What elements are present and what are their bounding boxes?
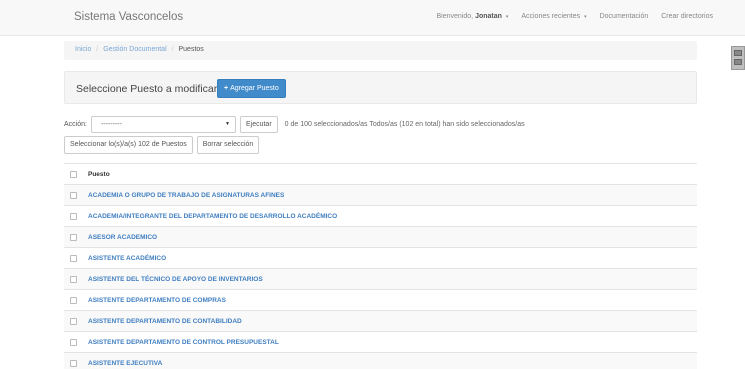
page-title: Seleccione Puesto a modificar: [76, 83, 218, 95]
row-checkbox[interactable]: [70, 192, 77, 199]
side-toolbar-handle[interactable]: [731, 46, 745, 70]
navbar-menu: Bienvenido, Jonatan ▾ Acciones recientes…: [437, 13, 713, 20]
user-menu[interactable]: Bienvenido, Jonatan ▾: [437, 13, 509, 20]
puesto-link[interactable]: ACADEMIA/INTEGRANTE DEL DEPARTAMENTO DE …: [88, 213, 337, 220]
page-header: Seleccione Puesto a modificar + Agregar P…: [64, 71, 697, 104]
row-checkbox[interactable]: [70, 339, 77, 346]
row-checkbox[interactable]: [70, 318, 77, 325]
breadcrumb-current: Puestos: [178, 46, 204, 53]
puesto-link[interactable]: ASISTENTE DEL TÉCNICO DE APOYO DE INVENT…: [88, 276, 263, 283]
puesto-link[interactable]: ACADEMIA O GRUPO DE TRABAJO DE ASIGNATUR…: [88, 192, 284, 199]
table-row: ACADEMIA/INTEGRANTE DEL DEPARTAMENTO DE …: [64, 205, 697, 226]
puesto-link[interactable]: ASISTENTE EJECUTIVA: [88, 360, 162, 367]
breadcrumb-separator: /: [171, 46, 174, 53]
toolbar-icon: [734, 50, 742, 56]
table-row: ASISTENTE DEPARTAMENTO DE CONTABILIDAD: [64, 310, 697, 331]
action-label: Acción:: [64, 120, 87, 128]
puesto-link[interactable]: ASISTENTE DEPARTAMENTO DE CONTROL PRESUP…: [88, 339, 279, 346]
row-checkbox[interactable]: [70, 276, 77, 283]
results-table: Puesto ACADEMIA O GRUPO DE TRABAJO DE AS…: [64, 163, 697, 369]
table-row: ACADEMIA O GRUPO DE TRABAJO DE ASIGNATUR…: [64, 184, 697, 205]
puesto-link[interactable]: ASISTENTE DEPARTAMENTO DE CONTABILIDAD: [88, 318, 242, 325]
row-checkbox[interactable]: [70, 213, 77, 220]
add-puesto-label: Agregar Puesto: [230, 85, 279, 92]
username: Jonatan: [475, 13, 502, 20]
row-checkbox[interactable]: [70, 360, 77, 367]
table-row: ASISTENTE ACADÉMICO: [64, 247, 697, 268]
row-checkbox[interactable]: [70, 255, 77, 262]
clear-selection-button[interactable]: Borrar selección: [196, 136, 260, 154]
execute-button[interactable]: Ejecutar: [239, 115, 278, 133]
column-header-puesto[interactable]: Puesto: [88, 171, 110, 178]
navbar: Sistema Vasconcelos Bienvenido, Jonatan …: [0, 0, 745, 36]
recent-actions-label: Acciones recientes: [521, 13, 581, 20]
puesto-link[interactable]: ASISTENTE DEPARTAMENTO DE COMPRAS: [88, 297, 226, 304]
action-select-value: ---------: [100, 120, 122, 128]
table-row: ASISTENTE DEL TÉCNICO DE APOYO DE INVENT…: [64, 268, 697, 289]
add-puesto-button[interactable]: + Agregar Puesto: [217, 79, 286, 98]
select-all-checkbox[interactable]: [70, 171, 77, 178]
plus-icon: +: [224, 85, 229, 92]
action-bar: Acción: --------- ▼ Ejecutar 0 de 100 se…: [64, 115, 525, 133]
dropdown-arrow-icon: ▼: [225, 120, 230, 127]
toolbar-icon: [734, 59, 742, 65]
row-checkbox[interactable]: [70, 234, 77, 241]
caret-down-icon: ▾: [584, 14, 587, 20]
table-row: ASISTENTE DEPARTAMENTO DE CONTROL PRESUP…: [64, 331, 697, 352]
create-directories-link[interactable]: Crear directorios: [661, 13, 713, 20]
table-header: Puesto: [64, 163, 697, 184]
breadcrumb-gestion-documental[interactable]: Gestión Documental: [103, 46, 166, 53]
breadcrumb-home[interactable]: Inicio: [75, 46, 91, 53]
recent-actions-menu[interactable]: Acciones recientes ▾: [521, 13, 586, 20]
action-select[interactable]: --------- ▼: [90, 115, 236, 133]
selection-controls: Seleccionar lo(s)/a(s) 102 de Puestos Bo…: [64, 136, 260, 154]
selection-counter: 0 de 100 seleccionados/as Todos/as (102 …: [284, 120, 525, 128]
caret-down-icon: ▾: [505, 14, 509, 20]
puesto-link[interactable]: ASISTENTE ACADÉMICO: [88, 255, 166, 262]
table-row: ASISTENTE EJECUTIVA: [64, 352, 697, 369]
breadcrumb: Inicio / Gestión Documental / Puestos: [64, 41, 697, 60]
breadcrumb-separator: /: [96, 46, 99, 53]
welcome-text: Bienvenido,: [436, 13, 474, 20]
puesto-link[interactable]: ASESOR ACADEMICO: [88, 234, 157, 241]
row-checkbox[interactable]: [70, 297, 77, 304]
select-all-button[interactable]: Seleccionar lo(s)/a(s) 102 de Puestos: [64, 136, 193, 154]
table-row: ASESOR ACADEMICO: [64, 226, 697, 247]
table-row: ASISTENTE DEPARTAMENTO DE COMPRAS: [64, 289, 697, 310]
brand-title[interactable]: Sistema Vasconcelos: [74, 11, 183, 23]
documentation-link[interactable]: Documentación: [600, 13, 649, 20]
